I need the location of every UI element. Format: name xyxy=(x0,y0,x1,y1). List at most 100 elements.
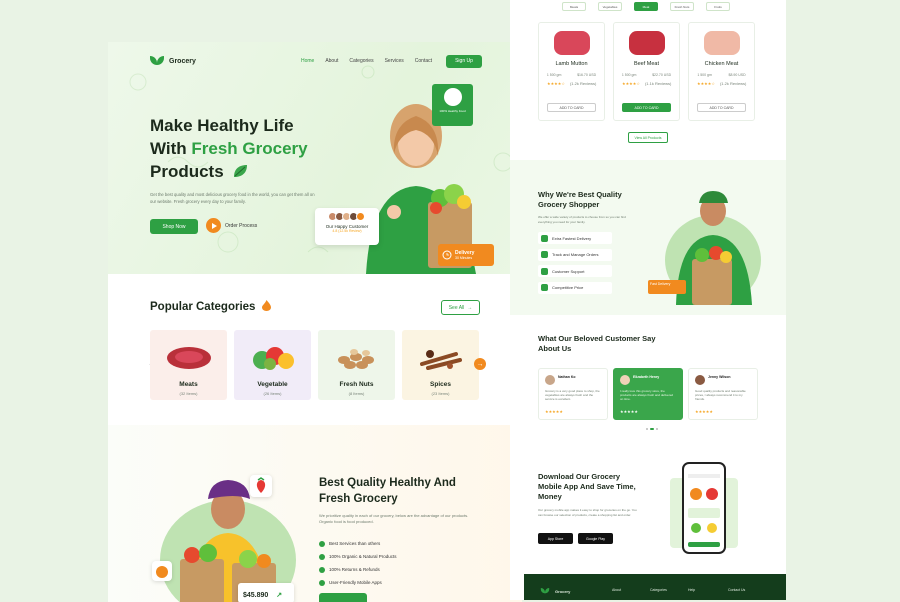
product-name: Beef Meat xyxy=(633,61,660,67)
product-grid: Lamb Mutton 1 500 gm $16.70 USD ★★★★☆ (1.2… xyxy=(538,22,755,121)
page-dot-active[interactable] xyxy=(650,428,654,430)
feature-item: 100% Returns & Refunds xyxy=(319,563,397,576)
why-item: Extra Fastest Delivery xyxy=(538,232,612,244)
arrow-up-icon: ↗ xyxy=(276,592,283,599)
product-weight: 1 500 gm xyxy=(621,73,637,77)
carousel-next-button[interactable]: → xyxy=(474,358,486,370)
nav-link-services[interactable]: Services xyxy=(385,58,404,64)
testimonial-author: Jenny Wilson xyxy=(708,375,731,379)
product-card-chicken-meat[interactable]: Chicken Meat 1 500 gm $8.90 USD ★★★★☆ (1.2… xyxy=(688,22,755,121)
feature-label: User-Friendly Mobile Apps xyxy=(329,580,382,585)
product-price: $22.70 USD xyxy=(652,73,672,77)
delivery-time: 30 Minutes xyxy=(455,256,473,260)
testimonial-list: Nathan Ko Grocery is a very good place t… xyxy=(538,368,758,420)
hero-headline: Make Healthy Life With Fresh Grocery Pro… xyxy=(150,114,340,183)
page-dot[interactable] xyxy=(646,428,648,430)
signup-button[interactable]: Sign Up xyxy=(446,54,482,68)
filter-tab[interactable]: Meats xyxy=(562,2,586,11)
add-to-cart-button[interactable]: ADD TO CARD xyxy=(622,103,671,112)
store-buttons: App Store Google Play xyxy=(538,533,613,544)
category-count: (8 Items) xyxy=(348,391,365,396)
happy-customer-card: Our Happy Customer 4.8 (12.5k Review) xyxy=(315,208,379,245)
category-card-fresh-nuts[interactable]: Fresh Nuts (8 Items) xyxy=(318,330,395,400)
page-dot[interactable] xyxy=(656,428,658,430)
testimonial-author: Nathan Ko xyxy=(558,375,576,379)
price-value: $45.890 xyxy=(243,592,269,599)
clock-icon xyxy=(442,250,452,260)
category-name: Vegetable xyxy=(257,381,288,388)
google-play-button[interactable]: Google Play xyxy=(578,533,613,544)
app-store-button[interactable]: App Store xyxy=(538,533,573,544)
shop-now-button[interactable]: Shop Now xyxy=(150,219,198,234)
testimonial-card-active: Elizabeth Henry I really love this groce… xyxy=(613,368,683,420)
chicken-meat-image xyxy=(703,31,740,55)
footer-link[interactable]: Categories xyxy=(650,588,667,592)
order-process-button[interactable]: Order Process xyxy=(206,218,257,233)
add-to-cart-button[interactable]: ADD TO CARD xyxy=(697,103,746,112)
footer-link[interactable]: Help xyxy=(688,588,695,592)
footer-link[interactable]: Contact Us xyxy=(728,588,745,592)
arrow-right-icon: → xyxy=(467,304,473,311)
view-all-products-button[interactable]: View All Products xyxy=(628,132,668,143)
best-quality-button[interactable] xyxy=(319,593,367,602)
testimonial-card: Nathan Ko Grocery is a very good place t… xyxy=(538,368,608,420)
nav-link-home[interactable]: Home xyxy=(301,58,314,64)
avatar xyxy=(695,375,705,385)
why-item-label: Track and Manage Orders xyxy=(552,252,599,257)
testimonial-stars: ★★★★★ xyxy=(695,409,713,414)
why-list: Extra Fastest Delivery Track and Manage … xyxy=(538,232,612,298)
play-icon xyxy=(206,218,221,233)
customer-avatars xyxy=(319,212,375,221)
nav-link-about[interactable]: About xyxy=(325,58,338,64)
feature-label: 100% Returns & Refunds xyxy=(329,567,380,572)
price-tag-icon xyxy=(541,284,548,291)
nav-link-categories[interactable]: Categories xyxy=(349,58,373,64)
filter-tab[interactable]: Vegetables xyxy=(598,2,622,11)
check-icon xyxy=(319,553,325,560)
product-card-lamb-mutton[interactable]: Lamb Mutton 1 500 gm $16.70 USD ★★★★☆ (1.2… xyxy=(538,22,605,121)
category-card-meats[interactable]: Meats (32 Items) xyxy=(150,330,227,400)
best-quality-description: We prioritize quality in each of our gro… xyxy=(319,513,469,524)
testimonial-text: Good quality products and reasonable pri… xyxy=(695,389,746,401)
product-price: $16.70 USD xyxy=(577,73,597,77)
feature-item: User-Friendly Mobile Apps xyxy=(319,576,397,589)
product-rating: ★★★★☆ (1.2k Reviews) xyxy=(547,81,597,86)
category-count: (26 Items) xyxy=(263,391,282,396)
nav-link-contact[interactable]: Contact xyxy=(415,58,432,64)
category-name: Fresh Nuts xyxy=(339,381,374,388)
app-screen-image xyxy=(688,474,720,547)
hero-line-2a: With xyxy=(150,139,192,158)
hero-line-3-text: Products xyxy=(150,162,224,181)
check-icon xyxy=(319,540,325,547)
category-list: Meats (32 Items) Vegetable (26 Items) Fr… xyxy=(150,330,479,400)
why-item-label: Customer Support xyxy=(552,268,585,274)
footer-brand[interactable]: Grocery xyxy=(538,586,570,596)
see-all-button[interactable]: See All → xyxy=(441,300,480,315)
category-card-vegetable[interactable]: Vegetable (26 Items) xyxy=(234,330,311,400)
category-card-spices[interactable]: Spices (23 Items) xyxy=(402,330,479,400)
delivery-man-image xyxy=(160,480,296,602)
product-reviews: (1.2k Reviews) xyxy=(569,81,597,86)
filter-tab[interactable]: Fruits xyxy=(706,2,730,11)
brand-logo[interactable]: Grocery xyxy=(150,56,196,66)
orange-badge xyxy=(152,561,172,581)
avatar xyxy=(620,375,630,385)
product-filter-tabs: Meats Vegetables Meat Fresh Nuts Fruits xyxy=(562,2,730,11)
product-rating: ★★★★☆ (1.1k Reviews) xyxy=(622,81,672,86)
healthy-food-label: 100% Healthy Food xyxy=(439,109,466,113)
product-price: $8.90 USD xyxy=(728,73,746,77)
top-nav: Grocery Home About Categories Services C… xyxy=(150,54,482,68)
filter-tab-active[interactable]: Meat xyxy=(634,2,658,11)
filter-tab[interactable]: Fresh Nuts xyxy=(670,2,694,11)
add-to-cart-button[interactable]: ADD TO CARD xyxy=(547,103,596,112)
footer-link[interactable]: About xyxy=(612,588,621,592)
why-item: Track and Manage Orders xyxy=(538,248,612,261)
check-icon xyxy=(319,566,325,573)
product-weight: 1 500 gm xyxy=(697,73,712,77)
testimonial-card: Jenny Wilson Good quality products and r… xyxy=(688,368,758,420)
product-card-beef-meat[interactable]: Beef Meat 1 500 gm $22.70 USD ★★★★☆ (1.1k … xyxy=(613,22,680,121)
vegetable-image xyxy=(253,347,294,370)
testimonial-pagination[interactable] xyxy=(646,428,658,430)
download-title: Download Our Grocery Mobile App And Save… xyxy=(538,472,636,501)
avatar xyxy=(355,212,365,221)
